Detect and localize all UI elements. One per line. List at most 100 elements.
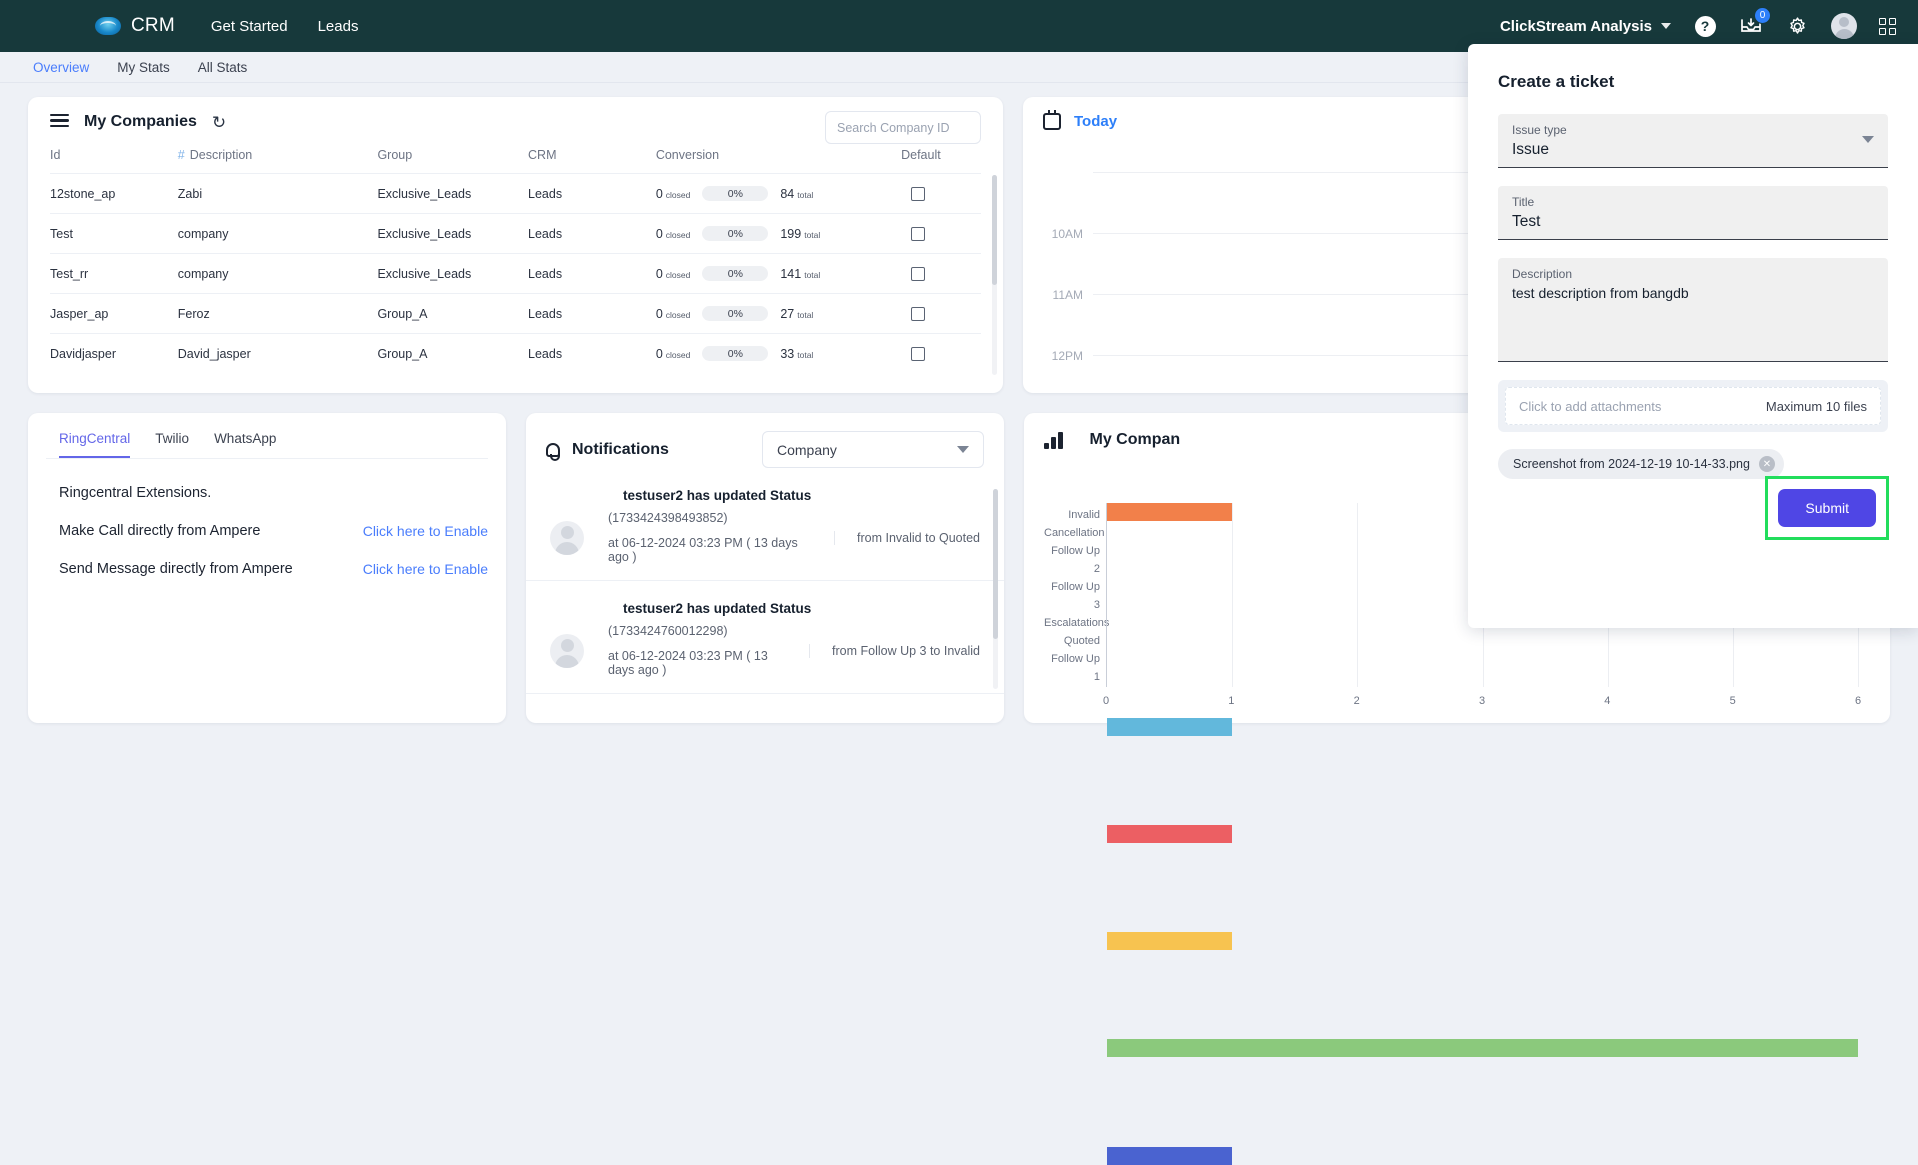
timeline-time-12pm: 12PM bbox=[1051, 348, 1083, 363]
chart-bar[interactable] bbox=[1107, 932, 1233, 951]
cell-id: 12stone_ap bbox=[50, 173, 178, 214]
enable-message-link[interactable]: Click here to Enable bbox=[363, 561, 488, 577]
help-button[interactable]: ? bbox=[1693, 14, 1717, 38]
cell-id: Test_rr bbox=[50, 253, 178, 294]
notifications-title: Notifications bbox=[572, 440, 669, 458]
submit-button[interactable]: Submit bbox=[1778, 489, 1876, 527]
conversion-progress: 0% bbox=[702, 266, 769, 281]
cell-description: Feroz bbox=[177, 293, 378, 334]
column-header-description-label: Description bbox=[189, 148, 253, 162]
closed-count: 0 closed bbox=[655, 306, 691, 321]
refresh-icon[interactable]: ↻ bbox=[212, 114, 226, 131]
nav-link-leads[interactable]: Leads bbox=[318, 18, 359, 35]
chart-category-label: Escalatations bbox=[1044, 617, 1110, 629]
my-companies-title: My Companies bbox=[84, 113, 197, 130]
conversion-progress: 0% bbox=[702, 226, 769, 241]
chart-bar[interactable] bbox=[1107, 717, 1233, 736]
create-ticket-panel: Create a ticket Issue type Issue Title T… bbox=[1468, 44, 1918, 628]
nav-link-get-started[interactable]: Get Started bbox=[211, 18, 288, 35]
extension-label: Make Call directly from Ampere bbox=[59, 523, 261, 539]
inbox-button[interactable]: 0 bbox=[1739, 7, 1771, 38]
brand[interactable]: CRM bbox=[95, 15, 175, 37]
chart-bar[interactable] bbox=[1107, 1146, 1233, 1165]
chart-x-tick: 6 bbox=[1854, 695, 1862, 707]
chart-bar[interactable] bbox=[1107, 1039, 1858, 1058]
cell-group: Exclusive_Leads bbox=[377, 253, 529, 294]
settings-button[interactable] bbox=[1785, 14, 1809, 38]
notification-heading: testuser2 has updated Status bbox=[623, 488, 812, 503]
notification-id: (1733424760012298) bbox=[608, 624, 728, 638]
extension-row-make-call: Make Call directly from Ampere Click her… bbox=[59, 523, 488, 539]
closed-count: 0 closed bbox=[655, 226, 691, 241]
default-checkbox[interactable] bbox=[911, 226, 926, 241]
column-header-default: Default bbox=[901, 148, 941, 162]
chart-bar-row bbox=[1107, 1146, 1858, 1165]
notification-item[interactable]: testuser2 has updated Status (17334247600… bbox=[526, 581, 1004, 694]
companies-scrollbar[interactable] bbox=[992, 175, 997, 375]
chart-bar[interactable] bbox=[1107, 824, 1233, 843]
issue-type-field[interactable]: Issue type Issue bbox=[1498, 114, 1888, 168]
bar-chart-icon bbox=[1044, 431, 1063, 449]
default-checkbox[interactable] bbox=[911, 266, 926, 281]
chart-card-title: My Compan bbox=[1089, 431, 1181, 448]
attachment-filename: Screenshot from 2024-12-19 10-14-33.png bbox=[1513, 457, 1750, 471]
apps-grid-icon[interactable] bbox=[1879, 17, 1896, 35]
chart-bar[interactable] bbox=[1107, 503, 1233, 521]
cell-description: David_jasper bbox=[177, 333, 378, 373]
crm-logo-icon bbox=[95, 17, 121, 35]
notifications-scrollbar[interactable] bbox=[993, 489, 998, 689]
chart-x-tick: 1 bbox=[1228, 695, 1235, 707]
list-icon bbox=[50, 113, 69, 130]
cell-id: Jasper_ap bbox=[50, 293, 178, 334]
chart-x-tick: 2 bbox=[1353, 695, 1360, 707]
workspace-selector[interactable]: ClickStream Analysis bbox=[1500, 18, 1671, 35]
notifications-filter-select[interactable]: Company bbox=[762, 431, 984, 468]
ticket-description-field[interactable]: Description test description from bangdb bbox=[1498, 258, 1888, 362]
ticket-description-value: test description from bangdb bbox=[1512, 285, 1689, 301]
tab-ringcentral[interactable]: RingCentral bbox=[59, 431, 131, 458]
tab-my-stats[interactable]: My Stats bbox=[117, 60, 170, 75]
workspace-label: ClickStream Analysis bbox=[1499, 17, 1652, 35]
cell-crm: Leads bbox=[528, 173, 656, 214]
column-header-description: # Description bbox=[178, 148, 378, 174]
extension-row-send-message: Send Message directly from Ampere Click … bbox=[59, 561, 488, 577]
grid-cell bbox=[1879, 17, 1886, 25]
extensions-heading: Ringcentral Extensions. bbox=[59, 485, 212, 501]
today-label: Today bbox=[1074, 113, 1118, 130]
tab-overview[interactable]: Overview bbox=[33, 60, 89, 75]
timeline-time-11am: 11AM bbox=[1052, 287, 1083, 302]
column-header-conversion: Conversion bbox=[655, 148, 720, 162]
default-checkbox[interactable] bbox=[911, 306, 926, 321]
enable-call-link[interactable]: Click here to Enable bbox=[363, 523, 488, 539]
cell-group: Group_A bbox=[377, 293, 529, 334]
tab-twilio[interactable]: Twilio bbox=[155, 431, 189, 458]
avatar bbox=[550, 633, 584, 668]
search-company-input[interactable]: Search Company ID bbox=[825, 111, 981, 144]
cell-crm: Leads bbox=[528, 253, 656, 294]
companies-table: Id # Description Group CRM Conversion Def… bbox=[50, 148, 981, 373]
tab-all-stats[interactable]: All Stats bbox=[198, 60, 248, 75]
notification-transition: from Follow Up 3 to Invalid bbox=[809, 643, 980, 658]
default-checkbox[interactable] bbox=[911, 186, 926, 201]
attachment-dropzone[interactable]: Click to add attachments Maximum 10 file… bbox=[1498, 380, 1888, 432]
help-icon: ? bbox=[1694, 15, 1716, 37]
chart-gridline bbox=[1232, 503, 1234, 687]
tab-whatsapp[interactable]: WhatsApp bbox=[214, 431, 276, 458]
notification-timestamp: at 06-12-2024 03:23 PM ( 13 days ago ) bbox=[608, 649, 768, 677]
ticket-title-value: Test bbox=[1512, 213, 1541, 230]
user-avatar[interactable] bbox=[1831, 13, 1857, 39]
notification-item[interactable]: testuser2 has updated Status (17334243984… bbox=[526, 468, 1004, 581]
chart-x-tick: 5 bbox=[1729, 695, 1736, 707]
cell-conversion: 0 closed 0% 199 total bbox=[655, 213, 902, 254]
ticket-title-field[interactable]: Title Test bbox=[1498, 186, 1888, 240]
notification-id: (1733424398493852) bbox=[608, 511, 728, 525]
default-checkbox[interactable] bbox=[911, 346, 926, 361]
table-row: Test company Exclusive_Leads Leads 0 closed 0%… bbox=[50, 213, 981, 254]
total-count: 199 total bbox=[780, 226, 821, 241]
table-row: 12stone_ap Zabi Exclusive_Leads Leads 0 close… bbox=[50, 173, 981, 214]
total-count: 84 total bbox=[780, 186, 814, 201]
notification-heading: testuser2 has updated Status bbox=[623, 601, 812, 616]
notifications-list: testuser2 has updated Status (17334243984… bbox=[526, 468, 1004, 694]
remove-attachment-icon[interactable]: ✕ bbox=[1758, 456, 1775, 472]
search-company-placeholder: Search Company ID bbox=[837, 120, 950, 135]
